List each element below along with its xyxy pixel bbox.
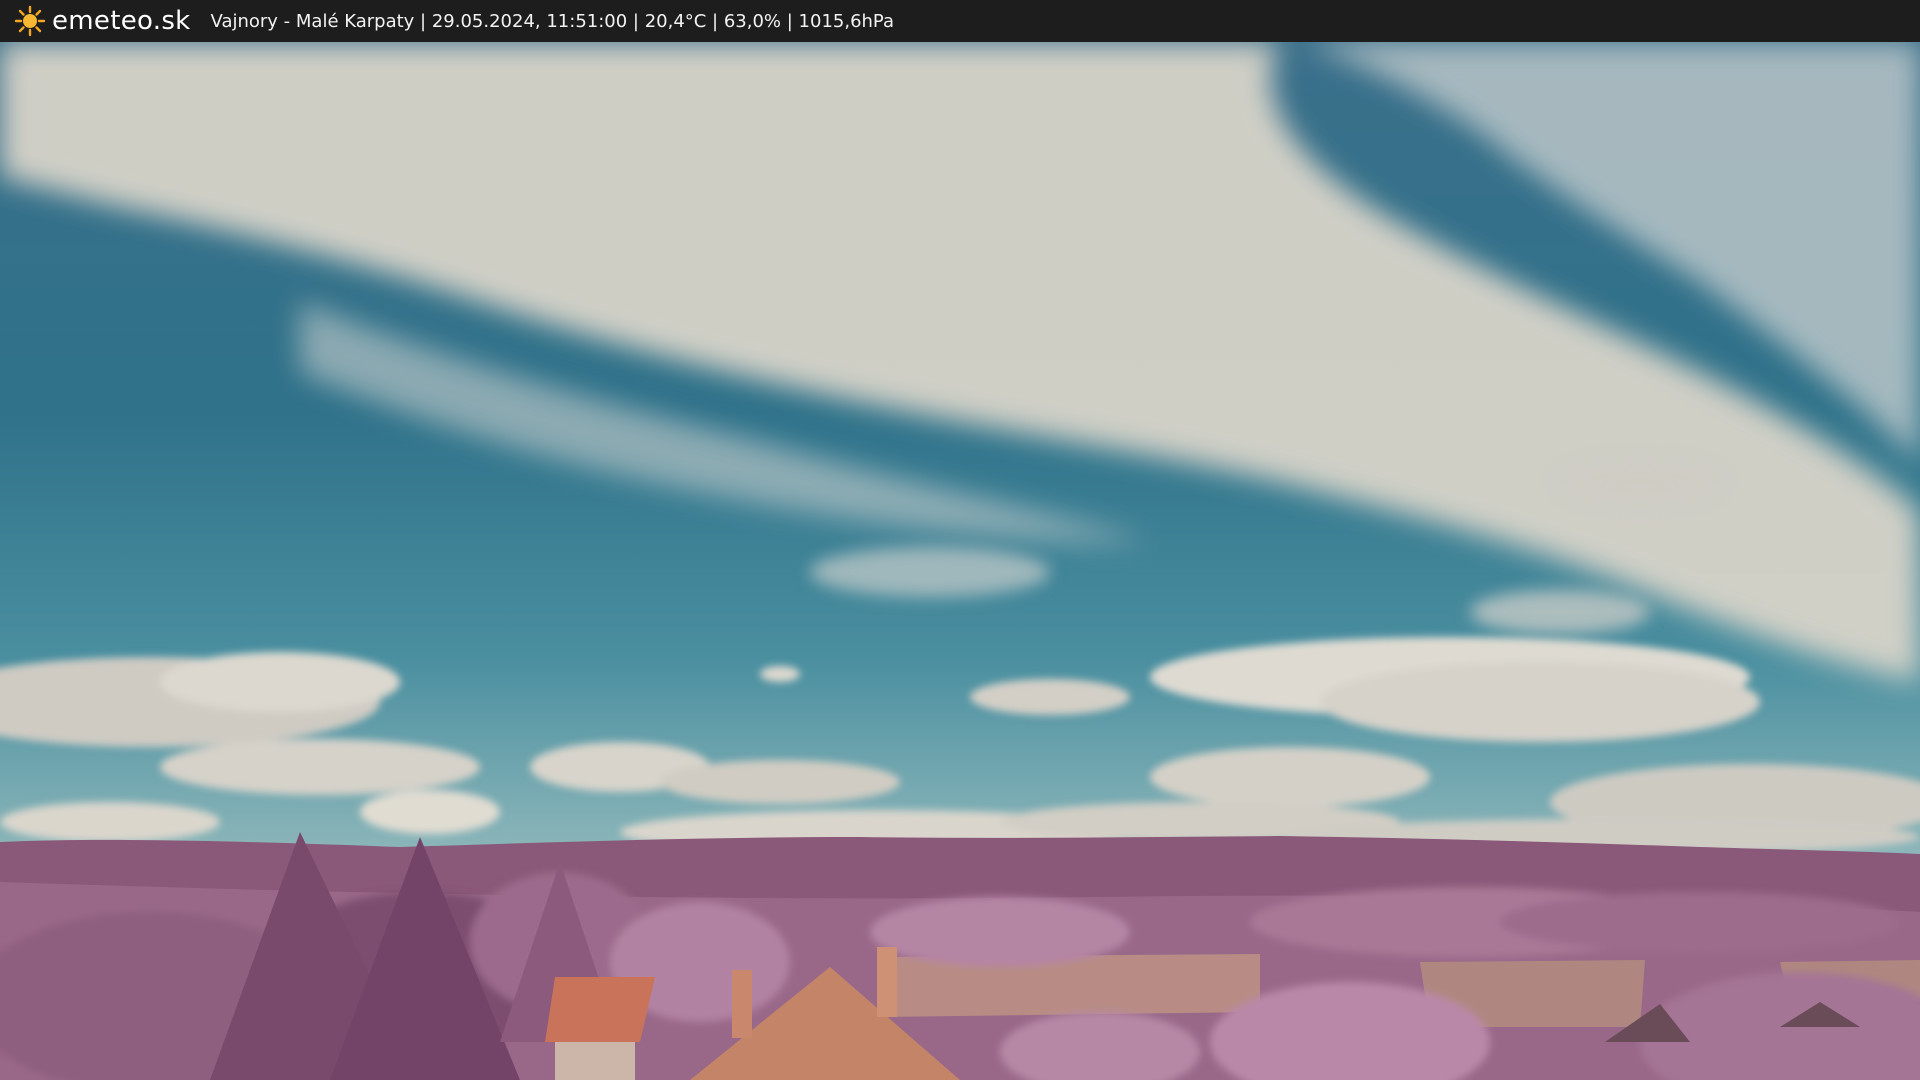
field xyxy=(880,954,1260,1017)
brand-name: emeteo.sk xyxy=(52,6,191,36)
site-logo[interactable]: emeteo.sk xyxy=(14,5,191,37)
header-bar: emeteo.sk Vajnory - Malé Karpaty | 29.05… xyxy=(0,0,1920,42)
webcam-caption: Vajnory - Malé Karpaty | 29.05.2024, 11:… xyxy=(210,10,895,32)
webcam-image xyxy=(0,42,1920,1080)
sun-icon xyxy=(14,5,46,37)
webcam-scene xyxy=(0,42,1920,1080)
